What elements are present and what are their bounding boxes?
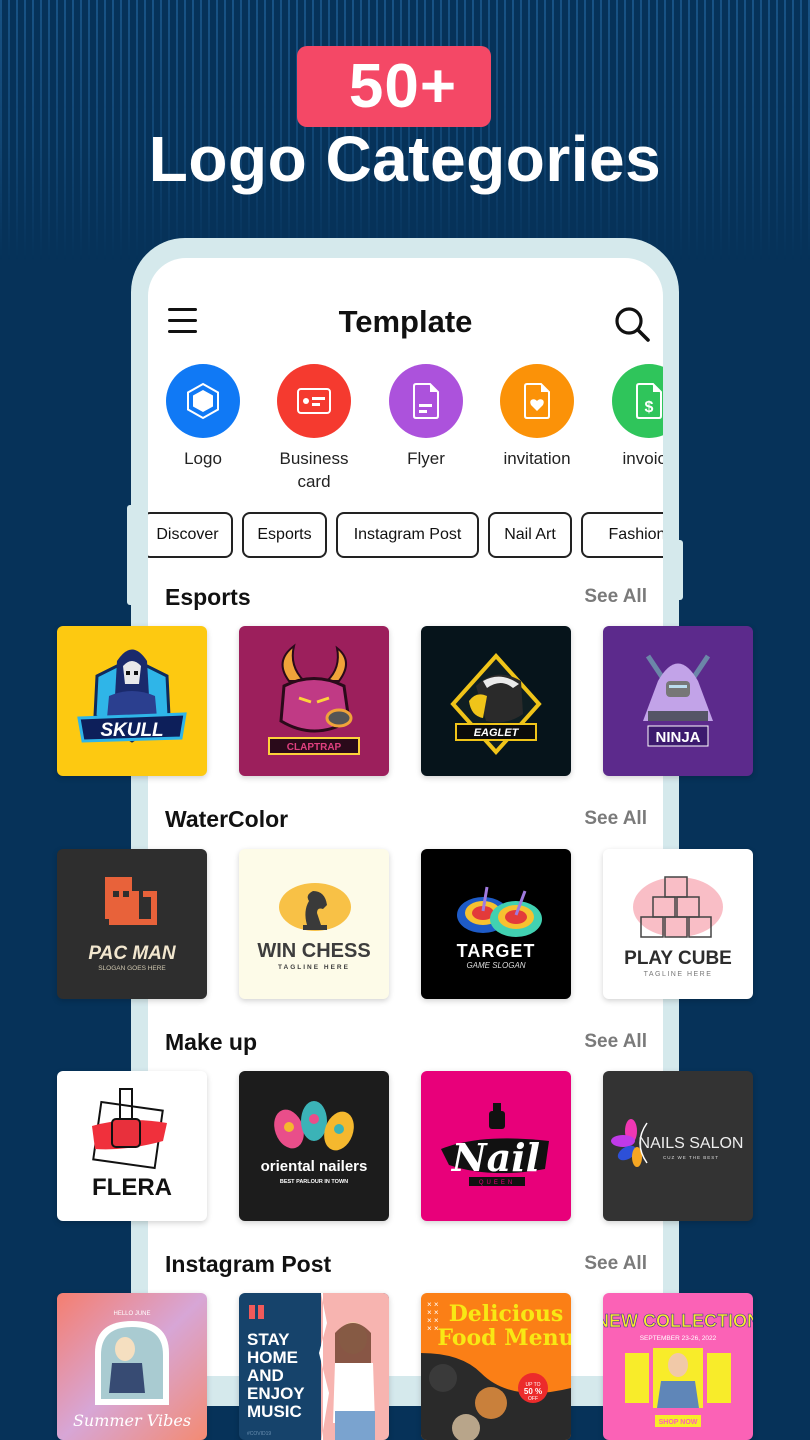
category-row: Logo Business card Flyer invitation $ in… [148,364,663,494]
chip-instagram-post[interactable]: Instagram Post [336,512,479,558]
template-tile-food-menu[interactable]: × × × × × × × × Delicious Food Menu UP TO 5… [421,1293,571,1440]
tile-title: CLAPTRAP [287,742,342,753]
tile-title-line: MUSIC [247,1402,302,1421]
template-tile-ninja[interactable]: NINJA [603,626,753,776]
search-icon[interactable] [614,306,652,344]
document-icon [413,383,439,419]
phone-side-button [127,505,133,605]
template-tile-win-chess[interactable]: WIN CHESS TAGLINE HERE [239,849,389,999]
tile-title: PLAY CUBE [624,948,732,969]
shop-now-button: SHOP NOW [659,1419,698,1426]
chip-nail-art[interactable]: Nail Art [488,512,572,558]
category-business-card[interactable]: Business card [264,364,364,493]
tile-title-line: ENJOY [247,1384,305,1403]
tile-title: NEW COLLECTION [603,1311,753,1331]
tile-title: NAILS SALON [639,1135,744,1152]
chip-fashion[interactable]: Fashion [581,512,663,558]
category-business-card-circle [277,364,351,438]
template-tile-claptrap[interactable]: CLAPTRAP [239,626,389,776]
section-header-esports: Esports See All [165,584,647,614]
hexagon-icon [187,382,219,420]
chip-discover[interactable]: Discover [148,512,233,558]
category-logo-circle [166,364,240,438]
section-title: Make up [165,1029,258,1055]
section-header-watercolor: WaterColor See All [165,806,647,836]
phone-side-button [677,540,683,600]
template-tile-oriental-nailers[interactable]: oriental nailers BEST PARLOUR IN TOWN [239,1071,389,1221]
template-tile-skull[interactable]: SKULL ESPORT [57,626,207,776]
promo-badge: 50+ [297,46,491,127]
category-invoice-circle: $ [612,364,663,438]
template-tile-pac-man[interactable]: PAC MAN SLOGAN GOES HERE [57,849,207,999]
template-tile-new-collection[interactable]: NEW COLLECTION SEPTEMBER 23-26, 2022 SHO… [603,1293,753,1440]
tile-title: PAC MAN [88,943,177,964]
category-invitation-circle [500,364,574,438]
heart-document-icon [524,383,550,419]
see-all-link[interactable]: See All [584,586,647,608]
tile-title: WIN CHESS [257,940,370,962]
template-tile-nails-salon[interactable]: NAILS SALON CUZ WE THE BEST [603,1071,753,1221]
category-flyer-circle [389,364,463,438]
tile-subtitle: CUZ WE THE BEST [663,1155,719,1160]
see-all-link[interactable]: See All [584,1031,647,1053]
tile-subtitle: ESPORT [120,743,145,749]
tile-subtitle: SEPTEMBER 23-26, 2022 [640,1335,717,1342]
see-all-link[interactable]: See All [584,1253,647,1275]
template-tile-stay-home[interactable]: STAY HOME AND ENJOY MUSIC #COVID19 [239,1293,389,1440]
tile-subtitle: #COVID19 [247,1431,271,1437]
tile-title-line: Delicious [449,1301,564,1327]
category-invitation[interactable]: invitation [487,364,587,470]
svg-text:50 %: 50 % [524,1387,542,1396]
section-title: WaterColor [165,806,289,832]
chip-esports[interactable]: Esports [242,512,327,558]
id-card-icon [297,388,331,414]
see-all-link[interactable]: See All [584,808,647,830]
template-tile-summer-vibes[interactable]: HELLO JUNE Summer Vibes [57,1293,207,1440]
section-title: Esports [165,584,251,610]
svg-text:OFF: OFF [528,1396,538,1402]
promo-headline: Logo Categories [148,123,662,195]
page-title: Template [338,304,473,339]
section-header-makeup: Make up See All [165,1029,647,1059]
category-label: invoice [622,449,663,468]
category-label: Logo [184,449,222,468]
tile-subtitle: TAGLINE HERE [644,971,713,978]
phone-screen: Template Logo Business card Flyer invita… [148,258,663,1376]
tile-subtitle: GAME SLOGAN [466,961,525,970]
template-tile-flera[interactable]: FLERA [57,1071,207,1221]
filter-chip-row: Discover Esports Instagram Post Nail Art… [148,512,663,560]
category-flyer[interactable]: Flyer [376,364,476,470]
section-title: Instagram Post [165,1251,332,1277]
section-header-instagram-post: Instagram Post See All [165,1251,647,1281]
tile-title-line: HOME [247,1348,298,1367]
svg-text:$: $ [645,399,654,416]
category-label: Flyer [407,449,445,468]
category-logo[interactable]: Logo [153,364,253,470]
template-tile-eaglet[interactable]: EAGLET [421,626,571,776]
tile-title: oriental nailers [261,1158,368,1175]
template-tile-nail-queen[interactable]: Nail QUEEN [421,1071,571,1221]
tile-subtitle: HELLO JUNE [113,1311,150,1317]
tile-title: Nail [451,1135,540,1180]
tile-subtitle: QUEEN [479,1180,515,1186]
tile-title-line: Food Menu [437,1325,571,1351]
tile-title: EAGLET [474,727,520,739]
tile-title-line: AND [247,1366,284,1385]
category-label: Business card [279,449,349,491]
tile-title: TARGET [457,941,536,961]
tile-title: FLERA [92,1174,172,1201]
category-invoice[interactable]: $ invoice [599,364,663,470]
template-tile-play-cube[interactable]: PLAY CUBE TAGLINE HERE [603,849,753,999]
category-label: invitation [503,449,571,468]
tile-title-line: STAY [247,1330,290,1349]
template-tile-target[interactable]: TARGET GAME SLOGAN [421,849,571,999]
tile-title: NINJA [655,729,700,746]
dollar-document-icon: $ [636,383,662,419]
tile-title: Summer Vibes [73,1411,191,1430]
tile-subtitle: TAGLINE HERE [278,964,350,971]
tile-subtitle: BEST PARLOUR IN TOWN [280,1179,348,1185]
tile-subtitle: SLOGAN GOES HERE [98,965,166,972]
tile-title: SKULL [100,720,163,741]
